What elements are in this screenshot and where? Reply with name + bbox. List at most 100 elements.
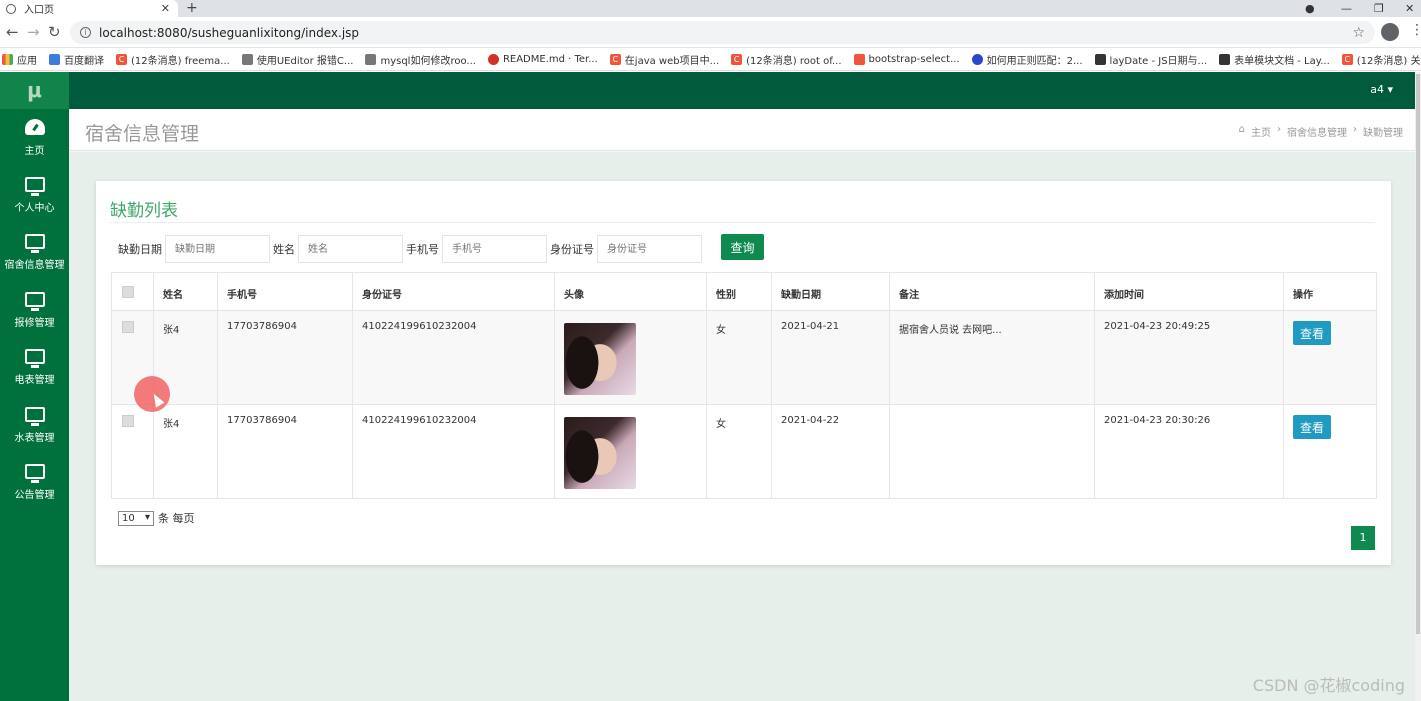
breadcrumb: ⌂ 主页 › 宿舍信息管理 › 缺勤管理 — [1239, 124, 1403, 139]
tab-title: 入口页 — [24, 5, 54, 16]
bookmark-item[interactable]: 使用UEditor 报错C... — [241, 52, 353, 67]
bookmark-item[interactable]: layDate - JS日期与... — [1094, 52, 1207, 67]
column-header: 备注 — [889, 272, 1095, 311]
cell-note — [889, 404, 1095, 499]
monitor-icon — [24, 406, 45, 426]
cell-avatar — [554, 310, 707, 405]
breadcrumb-separator: › — [1277, 124, 1281, 135]
cell-added-time: 2021-04-23 20:49:25 — [1094, 310, 1284, 405]
gitee-icon — [487, 53, 499, 65]
user-menu[interactable]: a4 ▾ — [1370, 83, 1393, 96]
sidebar-item-repair[interactable]: 报修管理 — [0, 282, 69, 340]
sidebar-item-label: 公告管理 — [14, 490, 55, 502]
query-button[interactable]: 查询 — [721, 234, 764, 260]
link-icon — [241, 53, 253, 65]
cell-gender: 女 — [706, 404, 772, 499]
bookmark-item[interactable]: 如何用正则匹配：2... — [971, 52, 1083, 67]
bookmark-label: bootstrap-select... — [868, 53, 960, 65]
column-header: 头像 — [554, 272, 707, 311]
breadcrumb-item-dorm[interactable]: 宿舍信息管理 — [1287, 124, 1347, 139]
pagination-page-1[interactable]: 1 — [1351, 526, 1375, 550]
row-select-cell — [111, 404, 154, 499]
bookmark-item[interactable]: mysql如何修改roo... — [365, 52, 476, 67]
breadcrumb-item-absence: 缺勤管理 — [1363, 128, 1403, 139]
absence-table: 姓名 手机号 身份证号 头像 性别 缺勤日期 备注 添加时间 操作 张4 177… — [111, 272, 1377, 499]
bookmark-item[interactable]: C (12条消息) root of... — [731, 52, 842, 67]
monitor-icon — [24, 176, 45, 196]
layui-icon — [1219, 53, 1231, 65]
profile-avatar-icon[interactable] — [1381, 23, 1399, 41]
forward-icon[interactable]: → — [27, 23, 40, 41]
id-card-input[interactable] — [597, 235, 702, 263]
browser-tab[interactable]: 入口页 ✕ — [0, 0, 178, 17]
browser-tab-strip: 入口页 ✕ + ● — ❐ ✕ — [0, 0, 1421, 17]
column-header: 添加时间 — [1094, 272, 1284, 311]
monitor-icon — [24, 291, 45, 311]
url-input[interactable]: i localhost:8080/susheguanlixitong/index… — [70, 21, 1375, 44]
divider — [110, 222, 1375, 223]
restore-icon[interactable]: ❐ — [1374, 0, 1384, 17]
select-all-checkbox[interactable] — [122, 286, 134, 298]
row-checkbox[interactable] — [122, 415, 134, 427]
bookmark-item[interactable]: README.md · Ter... — [487, 53, 598, 65]
profile-dot-icon[interactable]: ● — [1305, 0, 1315, 17]
bookmark-star-icon[interactable]: ☆ — [1352, 25, 1365, 41]
new-tab-icon[interactable]: + — [186, 0, 198, 16]
select-all-cell — [111, 272, 154, 311]
name-input[interactable] — [298, 235, 403, 263]
bookmark-item[interactable]: 百度翻译 — [49, 52, 104, 67]
cell-phone: 17703786904 — [217, 404, 353, 499]
info-icon[interactable]: i — [80, 27, 91, 38]
bookmark-item[interactable]: C (12条消息) freema... — [116, 52, 230, 67]
bookmark-label: (12条消息) root of... — [746, 55, 842, 67]
close-window-icon[interactable]: ✕ — [1405, 0, 1414, 17]
back-icon[interactable]: ← — [6, 23, 19, 41]
bookmark-label: (12条消息) freema... — [131, 55, 230, 67]
cell-date: 2021-04-21 — [771, 310, 890, 405]
view-button[interactable]: 查看 — [1293, 415, 1331, 439]
reload-icon[interactable]: ↻ — [48, 23, 61, 41]
view-button[interactable]: 查看 — [1293, 321, 1331, 345]
sidebar-item-dorm[interactable]: 宿舍信息管理 — [0, 224, 69, 282]
sidebar-item-electric[interactable]: 电表管理 — [0, 339, 69, 397]
page-header: 宿舍信息管理 ⌂ 主页 › 宿舍信息管理 › 缺勤管理 — [69, 109, 1419, 151]
table-row: 张4 17703786904 410224199610232004 女 2021… — [111, 404, 1377, 499]
bookmark-item[interactable]: 表单模块文档 - Lay... — [1219, 52, 1330, 67]
sidebar-item-profile[interactable]: 个人中心 — [0, 167, 69, 225]
row-checkbox[interactable] — [122, 321, 134, 333]
cell-date: 2021-04-22 — [771, 404, 890, 499]
bookmark-label: README.md · Ter... — [502, 53, 598, 65]
column-header: 缺勤日期 — [771, 272, 890, 311]
table-row: 张4 17703786904 410224199610232004 女 2021… — [111, 310, 1377, 405]
csdn-icon: C — [1341, 53, 1353, 65]
table-header-row: 姓名 手机号 身份证号 头像 性别 缺勤日期 备注 添加时间 操作 — [111, 272, 1377, 311]
cell-avatar — [554, 404, 707, 499]
phone-input[interactable] — [442, 235, 547, 263]
minimize-icon[interactable]: — — [1341, 0, 1352, 17]
bookmark-item[interactable]: C(12条消息) 关于lay... — [1341, 52, 1421, 67]
sidebar-item-notice[interactable]: 公告管理 — [0, 454, 69, 512]
id-label: 身份证号 — [550, 243, 594, 256]
top-navbar: a4 ▾ — [69, 72, 1419, 109]
cell-gender: 女 — [706, 310, 772, 405]
bookmark-item[interactable]: C 在java web项目中... — [609, 52, 719, 67]
bookmark-item[interactable]: 应用 — [2, 52, 37, 67]
baidu-translate-icon — [49, 53, 60, 65]
sidebar-item-label: 报修管理 — [14, 317, 55, 329]
bookmark-label: 表单模块文档 - Lay... — [1234, 55, 1330, 67]
menu-kebab-icon[interactable]: ⋮ — [1410, 22, 1421, 38]
cell-actions: 查看 — [1283, 310, 1377, 405]
page-size-select[interactable]: 10 — [118, 510, 154, 526]
close-tab-icon[interactable]: ✕ — [161, 2, 170, 15]
sidebar-item-water[interactable]: 水表管理 — [0, 397, 69, 455]
app-logo[interactable]: μ — [0, 72, 69, 109]
sidebar-item-label: 宿舍信息管理 — [4, 260, 65, 272]
scrollbar-thumb[interactable] — [1416, 74, 1420, 634]
sidebar-item-home[interactable]: 主页 — [0, 109, 69, 167]
bookmark-item[interactable]: bootstrap-select... — [853, 53, 960, 65]
breadcrumb-item-home[interactable]: 主页 — [1251, 124, 1271, 139]
absence-date-input[interactable] — [165, 235, 270, 263]
bookmark-label: (12条消息) 关于lay... — [1356, 55, 1421, 67]
date-label: 缺勤日期 — [118, 243, 162, 256]
url-text[interactable]: localhost:8080/susheguanlixitong/index.j… — [99, 26, 1352, 40]
